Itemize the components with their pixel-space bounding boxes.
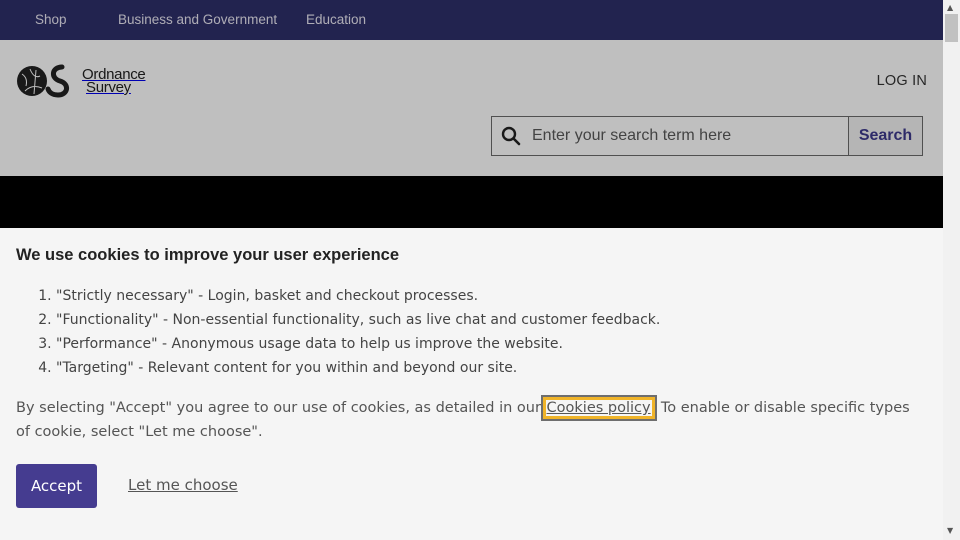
cookie-consent-banner: We use cookies to improve your user expe…	[0, 228, 943, 540]
cookie-item-strictly-necessary: "Strictly necessary" - Login, basket and…	[56, 284, 660, 308]
cookie-item-performance: "Performance" - Anonymous usage data to …	[56, 332, 660, 356]
cookie-title: We use cookies to improve your user expe…	[16, 246, 400, 264]
page-scrollbar[interactable]: ▲ ▼	[943, 0, 960, 540]
cookie-description: By selecting "Accept" you agree to our u…	[16, 396, 916, 444]
cookie-item-functionality: "Functionality" - Non-essential function…	[56, 308, 660, 332]
cookies-policy-link[interactable]: Cookies policy	[542, 397, 655, 419]
cookie-category-list: "Strictly necessary" - Login, basket and…	[16, 284, 660, 380]
accept-button[interactable]: Accept	[16, 464, 97, 508]
scroll-down-arrow-icon[interactable]: ▼	[947, 526, 953, 535]
scroll-up-arrow-icon[interactable]: ▲	[947, 3, 953, 12]
cookie-item-targeting: "Targeting" - Relevant content for you w…	[56, 356, 660, 380]
scroll-thumb[interactable]	[945, 14, 958, 42]
cookie-text-before: By selecting "Accept" you agree to our u…	[16, 400, 546, 416]
let-me-choose-link[interactable]: Let me choose	[128, 476, 238, 494]
